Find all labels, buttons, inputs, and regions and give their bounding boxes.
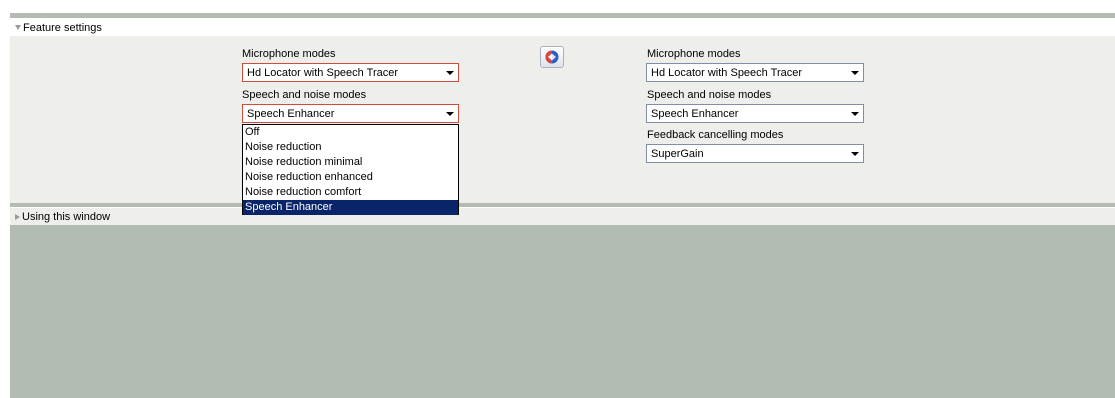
dropdown-option[interactable]: Noise reduction enhanced bbox=[243, 170, 458, 185]
dropdown-option[interactable]: Off bbox=[243, 125, 458, 140]
right-feedback-label: Feedback cancelling modes bbox=[647, 129, 784, 141]
chevron-down-icon[interactable] bbox=[848, 146, 862, 161]
triangle-down-icon bbox=[15, 25, 21, 30]
dropdown-option[interactable]: Noise reduction minimal bbox=[243, 155, 458, 170]
dropdown-option-selected[interactable]: Speech Enhancer bbox=[243, 200, 458, 215]
section-divider bbox=[10, 203, 1115, 207]
feature-settings-title: Feature settings bbox=[23, 21, 102, 34]
top-divider bbox=[10, 13, 1115, 18]
dropdown-option[interactable]: Noise reduction bbox=[243, 140, 458, 155]
left-speech-label: Speech and noise modes bbox=[242, 89, 367, 101]
right-speech-value: Speech Enhancer bbox=[651, 107, 739, 120]
right-feedback-select[interactable]: SuperGain bbox=[646, 144, 864, 163]
chevron-down-icon[interactable] bbox=[848, 65, 862, 80]
left-speech-value: Speech Enhancer bbox=[247, 107, 335, 120]
using-window-header[interactable]: Using this window bbox=[10, 208, 1115, 225]
right-mic-label: Microphone modes bbox=[647, 48, 741, 60]
right-speech-label: Speech and noise modes bbox=[647, 89, 772, 101]
chevron-down-icon[interactable] bbox=[848, 106, 862, 121]
triangle-right-icon bbox=[15, 213, 20, 220]
left-mic-select[interactable]: Hd Locator with Speech Tracer bbox=[242, 63, 459, 82]
dropdown-option[interactable]: Noise reduction comfort bbox=[243, 185, 458, 200]
left-mic-label: Microphone modes bbox=[242, 48, 336, 60]
top-margin bbox=[0, 0, 1115, 13]
right-speech-select[interactable]: Speech Enhancer bbox=[646, 104, 864, 123]
right-mic-value: Hd Locator with Speech Tracer bbox=[651, 66, 803, 79]
left-speech-select[interactable]: Speech Enhancer bbox=[242, 104, 459, 123]
speech-mode-dropdown-list: Off Noise reduction Noise reduction mini… bbox=[242, 124, 459, 215]
feature-settings-header[interactable]: Feature settings bbox=[10, 20, 1115, 35]
right-mic-select[interactable]: Hd Locator with Speech Tracer bbox=[646, 63, 864, 82]
chevron-down-icon[interactable] bbox=[443, 65, 457, 80]
chevron-down-icon[interactable] bbox=[443, 106, 457, 121]
sync-button[interactable] bbox=[540, 46, 564, 68]
bottom-panel bbox=[10, 225, 1115, 398]
left-mic-value: Hd Locator with Speech Tracer bbox=[247, 66, 399, 79]
right-feedback-value: SuperGain bbox=[651, 147, 704, 160]
sync-arrows-icon bbox=[545, 50, 559, 64]
using-window-title: Using this window bbox=[22, 210, 111, 223]
